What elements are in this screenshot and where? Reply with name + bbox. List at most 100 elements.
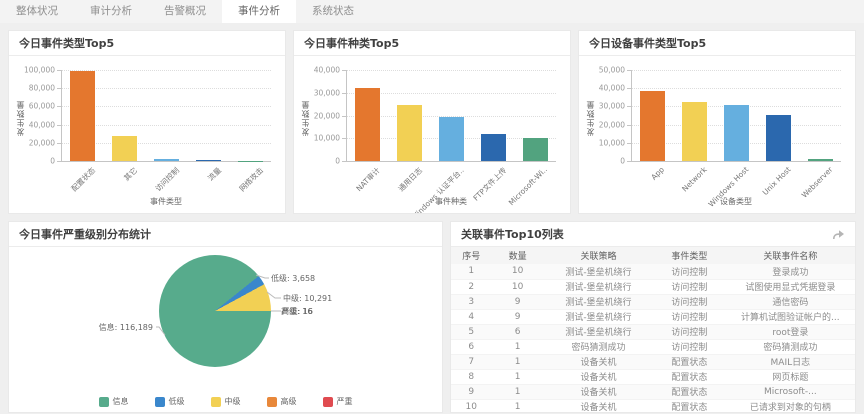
table-col-header: 序号: [451, 247, 491, 264]
table-cell: 密码猜测成功: [544, 339, 653, 354]
tab-overall-status[interactable]: 整体状况: [0, 0, 74, 23]
y-axis-tick-mark: [57, 106, 61, 107]
y-axis-tick-label: 20,000: [29, 138, 55, 147]
legend-label: 信息: [113, 396, 129, 407]
legend-swatch: [99, 397, 109, 407]
y-axis-tick-label: 10,000: [314, 134, 340, 143]
y-axis-tick-mark: [627, 88, 631, 89]
table-cell: 测试-堡垒机绕行: [544, 264, 653, 279]
legend-item-信息[interactable]: 信息: [99, 396, 129, 407]
legend-item-中级[interactable]: 中级: [211, 396, 241, 407]
pie-legend: 信息 低级 中级 高级 严重: [9, 396, 442, 407]
tab-event-analysis[interactable]: 事件分析: [222, 0, 296, 23]
bar-Webserver: [808, 159, 833, 161]
tab-alert-overview[interactable]: 告警概况: [148, 0, 222, 23]
table-cell: 6: [451, 339, 491, 354]
bar-其它: [112, 136, 137, 161]
bar-Microsoft-Wi..: [523, 138, 548, 161]
y-axis-title: 发生数量: [300, 100, 311, 136]
table-cell: 6: [491, 324, 544, 339]
table-cell: 配置状态: [653, 354, 726, 369]
table-cell: 1: [491, 339, 544, 354]
bar-Windows Host: [724, 105, 749, 161]
card-event-kind-top5: 今日事件种类Top5 发生数量010,00020,00030,00040,000…: [293, 30, 571, 214]
related-events-table-body: 序号数量关联策略事件类型关联事件名称 110测试-堡垒机绕行访问控制登录成功21…: [451, 247, 855, 413]
table-cell: 访问控制: [653, 279, 726, 294]
table-row: 39测试-堡垒机绕行访问控制通信密码: [451, 294, 855, 309]
bar-App: [640, 91, 665, 161]
table-cell: 2: [451, 279, 491, 294]
panel-title-related-events: 关联事件Top10列表: [461, 222, 564, 247]
x-axis-tick-label: 通用日志: [396, 165, 425, 194]
table-cell: 10: [491, 264, 544, 279]
pie-label-低级: 低级: 3,658: [271, 273, 315, 284]
table-cell: 网页标题: [726, 369, 855, 384]
table-cell: Microsoft-...: [726, 384, 855, 399]
y-axis-tick-mark: [342, 116, 346, 117]
x-axis-tick-label: 流量: [205, 165, 223, 183]
y-axis-tick-mark: [627, 106, 631, 107]
table-col-header: 事件类型: [653, 247, 726, 264]
tab-system-status[interactable]: 系统状态: [296, 0, 370, 23]
table-cell: 测试-堡垒机绕行: [544, 324, 653, 339]
bottom-row: 今日事件严重级别分布统计 低级: 3,658中级: 10,291高级: 16严重…: [8, 221, 856, 413]
share-arrow-icon[interactable]: [832, 229, 845, 240]
table-cell: root登录: [726, 324, 855, 339]
y-axis-tick-label: 0: [335, 157, 340, 166]
table-cell: 访问控制: [653, 339, 726, 354]
x-axis-tick-label: 其它: [121, 165, 139, 183]
panel-title-severity: 今日事件严重级别分布统计: [19, 222, 151, 247]
table-cell: 9: [451, 384, 491, 399]
y-axis-tick-mark: [57, 143, 61, 144]
table-cell: 通信密码: [726, 294, 855, 309]
top-tab-bar: 整体状况 审计分析 告警概况 事件分析 系统状态: [0, 0, 864, 23]
table-cell: 配置状态: [653, 384, 726, 399]
legend-label: 中级: [225, 396, 241, 407]
y-axis-tick-label: 60,000: [29, 102, 55, 111]
bar-chart-event-type: 发生数量020,00040,00060,00080,000100,000配置状态…: [9, 56, 285, 209]
y-axis-tick-label: 80,000: [29, 84, 55, 93]
table-cell: 测试-堡垒机绕行: [544, 294, 653, 309]
table-cell: 设备关机: [544, 384, 653, 399]
y-axis-tick-label: 30,000: [599, 102, 625, 111]
table-cell: 10: [451, 399, 491, 413]
legend-item-高级[interactable]: 高级: [267, 396, 297, 407]
x-axis-tick-label: App: [650, 165, 667, 182]
panel-title-device-event-type: 今日设备事件类型Top5: [589, 31, 706, 56]
table-row: 210测试-堡垒机绕行访问控制试图使用显式凭据登录: [451, 279, 855, 294]
y-axis-tick-mark: [627, 143, 631, 144]
bar-FTP文件上传: [481, 134, 506, 161]
legend-swatch: [211, 397, 221, 407]
table-cell: 设备关机: [544, 399, 653, 413]
table-cell: 访问控制: [653, 324, 726, 339]
y-axis-tick-label: 40,000: [599, 84, 625, 93]
table-cell: 1: [491, 384, 544, 399]
y-axis-tick-label: 40,000: [314, 66, 340, 75]
table-cell: 9: [491, 294, 544, 309]
legend-item-严重[interactable]: 严重: [323, 396, 353, 407]
x-axis-tick-label: 访问控制: [153, 165, 182, 194]
tab-audit-analysis[interactable]: 审计分析: [74, 0, 148, 23]
x-axis-tick-label: Network: [680, 165, 709, 194]
bar-Unix Host: [766, 115, 791, 161]
table-cell: 4: [451, 309, 491, 324]
table-col-header: 关联策略: [544, 247, 653, 264]
bar-访问控制: [154, 159, 179, 161]
y-axis-tick-mark: [342, 138, 346, 139]
x-axis-title: 事件种类: [346, 196, 556, 209]
top-charts-row: 今日事件类型Top5 发生数量020,00040,00060,00080,000…: [8, 30, 856, 214]
table-cell: 访问控制: [653, 309, 726, 324]
x-axis-title: 事件类型: [61, 196, 271, 209]
legend-item-低级[interactable]: 低级: [155, 396, 185, 407]
table-cell: 试图使用显式凭据登录: [726, 279, 855, 294]
table-cell: 访问控制: [653, 294, 726, 309]
table-cell: 设备关机: [544, 369, 653, 384]
bar-Windows 认证平台..: [439, 117, 464, 161]
panel-title-event-kind: 今日事件种类Top5: [304, 31, 399, 56]
y-axis-tick-mark: [57, 70, 61, 71]
table-cell: 1: [491, 369, 544, 384]
table-cell: 登录成功: [726, 264, 855, 279]
y-axis-tick-label: 40,000: [29, 120, 55, 129]
table-cell: 配置状态: [653, 399, 726, 413]
y-axis-tick-mark: [57, 125, 61, 126]
